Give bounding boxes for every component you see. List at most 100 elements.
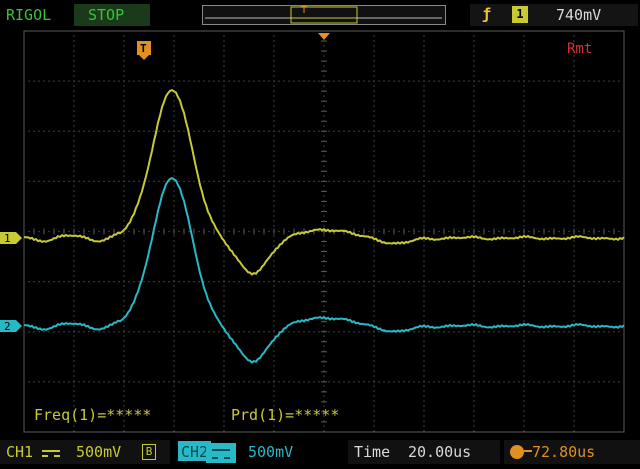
grid-dot [273, 260, 275, 262]
grid-dot [373, 250, 375, 252]
grid-dot [428, 281, 430, 283]
grid-dot [473, 145, 475, 147]
trigger-flag-icon[interactable]: T [137, 41, 151, 60]
grid-dot [373, 135, 375, 137]
grid-dot [108, 381, 110, 383]
grid-dot [123, 290, 125, 292]
grid-dot [273, 120, 275, 122]
grid-dot [593, 281, 595, 283]
grid-dot [83, 281, 85, 283]
grid-dot [373, 185, 375, 187]
grid-dot [573, 430, 575, 432]
memory-overview-bar[interactable]: T [202, 5, 446, 25]
grid-dot [408, 230, 410, 233]
ch2-offset-marker[interactable]: 2 [0, 320, 22, 333]
grid-dot [478, 381, 480, 383]
grid-dot [138, 230, 140, 233]
grid-dot [123, 140, 125, 142]
grid-dot [123, 220, 125, 222]
grid-dot [273, 115, 275, 117]
grid-dot [473, 45, 475, 47]
grid-dot [473, 70, 475, 72]
grid-dot [518, 281, 520, 283]
grid-dot [73, 350, 75, 352]
grid-dot [548, 331, 550, 333]
grid-dot [73, 295, 75, 297]
grid-dot [73, 90, 75, 92]
grid-dot [78, 381, 80, 383]
grid-dot [33, 381, 35, 383]
grid-dot [478, 80, 480, 82]
grid-dot [213, 180, 215, 182]
grid-dot [273, 155, 275, 157]
grid-dot [268, 80, 270, 82]
grid-dot [578, 331, 580, 333]
grid-dot [468, 130, 470, 132]
grid-dot [223, 320, 225, 322]
grid-dot [38, 281, 40, 283]
grid-dot [523, 65, 525, 67]
grid-dot [568, 80, 570, 82]
grid-dot [598, 80, 600, 82]
grid-dot [423, 95, 425, 97]
grid-dot [88, 80, 90, 82]
grid-dot [208, 130, 210, 132]
ch1-offset-marker[interactable]: 1 [0, 232, 22, 245]
grid-dot [73, 210, 75, 212]
grid-dot [523, 245, 525, 247]
trigger-info[interactable]: ƒ 1 740mV [470, 4, 638, 26]
grid-dot [123, 355, 125, 357]
run-stop-status[interactable]: STOP [74, 4, 150, 26]
grid-dot [503, 281, 505, 283]
grid-dot [223, 130, 225, 132]
grid-dot [98, 331, 100, 333]
grid-dot [373, 165, 375, 167]
ch1-settings[interactable]: CH1 500mV B [0, 440, 170, 464]
grid-dot [73, 50, 75, 52]
grid-dot [573, 100, 575, 102]
timebase-settings[interactable]: Time 20.00us [348, 440, 500, 464]
grid-dot [373, 60, 375, 62]
grid-dot [423, 335, 425, 337]
grid-dot [423, 210, 425, 212]
grid-dot [573, 381, 575, 383]
grid-dot [388, 381, 390, 383]
grid-dot [273, 60, 275, 62]
grid-dot [423, 281, 425, 283]
grid-dot [523, 60, 525, 62]
grid-dot [373, 180, 375, 182]
grid-dot [253, 130, 255, 132]
grid-dot [123, 55, 125, 57]
grid-dot [223, 100, 225, 102]
grid-dot [618, 331, 620, 333]
grid-dot [568, 180, 570, 182]
grid-dot [423, 115, 425, 117]
grid-dot [423, 345, 425, 347]
grid-dot [523, 320, 525, 322]
grid-dot [58, 230, 60, 233]
grid-dot [373, 155, 375, 157]
grid-dot [43, 130, 45, 132]
grid-dot [243, 80, 245, 82]
grid-dot [523, 165, 525, 167]
grid-dot [218, 180, 220, 182]
grid-dot [478, 331, 480, 333]
grid-dot [553, 281, 555, 283]
grid-dot [548, 80, 550, 82]
grid-dot [118, 381, 120, 383]
grid-dot [143, 331, 145, 333]
horizontal-position-marker-icon[interactable] [318, 33, 330, 40]
grid-dot [148, 180, 150, 182]
grid-dot [448, 331, 450, 333]
grid-dot [123, 270, 125, 272]
trigger-offset-settings[interactable]: 72.80us [504, 440, 640, 464]
grid-dot [473, 90, 475, 92]
grid-dot [283, 331, 285, 333]
grid-dot [563, 281, 565, 283]
grid-dot [288, 130, 290, 132]
grid-dot [373, 295, 375, 297]
grid-dot [473, 150, 475, 152]
grid-dot [333, 130, 335, 132]
grid-dot [68, 180, 70, 182]
ch2-settings[interactable]: CH2 500mV [176, 440, 336, 464]
